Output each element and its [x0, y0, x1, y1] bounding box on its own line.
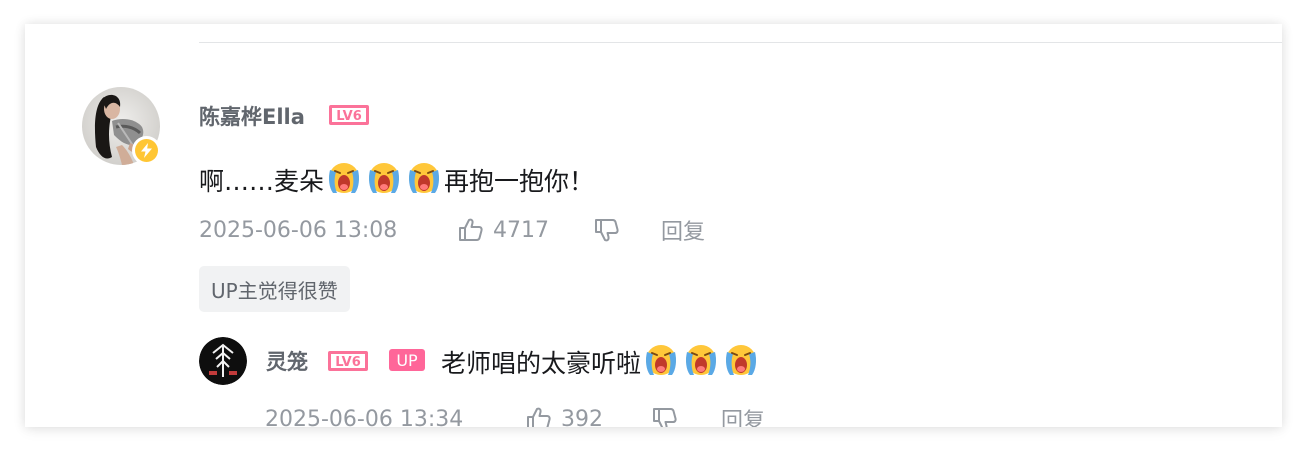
- crying-emoji: [686, 345, 717, 375]
- emoji-group: [324, 158, 444, 202]
- svg-text:LV6: LV6: [336, 109, 362, 124]
- dislike-button[interactable]: [593, 216, 661, 244]
- reply-username[interactable]: 灵笼: [266, 346, 308, 376]
- comment-content: 啊……麦朵 再抱一抱你！: [199, 158, 594, 202]
- dislike-button[interactable]: [651, 405, 721, 427]
- like-count: 392: [561, 406, 603, 428]
- like-count: 4717: [493, 217, 549, 243]
- crying-emoji: [329, 163, 360, 193]
- reply-button[interactable]: 回复: [721, 403, 765, 427]
- emoji-group: [641, 340, 761, 384]
- like-button[interactable]: 392: [525, 405, 651, 427]
- lightning-badge: [132, 136, 161, 165]
- comment-time: 2025-06-06 13:08: [199, 217, 398, 243]
- comment-text-before: 啊……麦朵: [199, 167, 325, 196]
- up-badge: UP: [389, 349, 425, 371]
- svg-text:LV6: LV6: [335, 355, 361, 370]
- reply-button[interactable]: 回复: [661, 214, 705, 246]
- comment-username[interactable]: 陈嘉桦Ella: [199, 101, 305, 131]
- thumbs-up-icon: [527, 407, 551, 427]
- thumbs-down-icon: [595, 219, 619, 242]
- like-button[interactable]: 4717: [457, 216, 593, 244]
- crying-emoji: [726, 345, 757, 375]
- divider: [199, 42, 1282, 43]
- user-avatar[interactable]: [82, 87, 161, 165]
- lightning-icon: [141, 143, 152, 158]
- comment-text-after: 再抱一抱你！: [444, 167, 595, 196]
- reply-content: 老师唱的太豪听啦: [441, 340, 761, 384]
- reply-time: 2025-06-06 13:34: [265, 406, 464, 428]
- level-6-badge: LV6: [328, 351, 368, 371]
- thumbs-down-icon: [653, 408, 677, 427]
- comment-panel: 陈嘉桦Ella LV6 啊……麦朵 再抱一抱你！ 2025-06-06 13:0…: [25, 24, 1282, 427]
- reply-meta: 2025-06-06 13:34 392 回复: [265, 404, 765, 427]
- crying-emoji: [409, 163, 440, 193]
- crying-emoji: [369, 163, 400, 193]
- reply-text: 老师唱的太豪听啦: [441, 349, 642, 378]
- thumbs-up-icon: [459, 218, 483, 241]
- up-liked-tag: UP主觉得很赞: [199, 266, 350, 312]
- comment-meta: 2025-06-06 13:08 4717 回复: [199, 214, 705, 246]
- reply-avatar[interactable]: [199, 337, 247, 385]
- crying-emoji: [646, 345, 677, 375]
- level-6-badge: LV6: [329, 105, 369, 125]
